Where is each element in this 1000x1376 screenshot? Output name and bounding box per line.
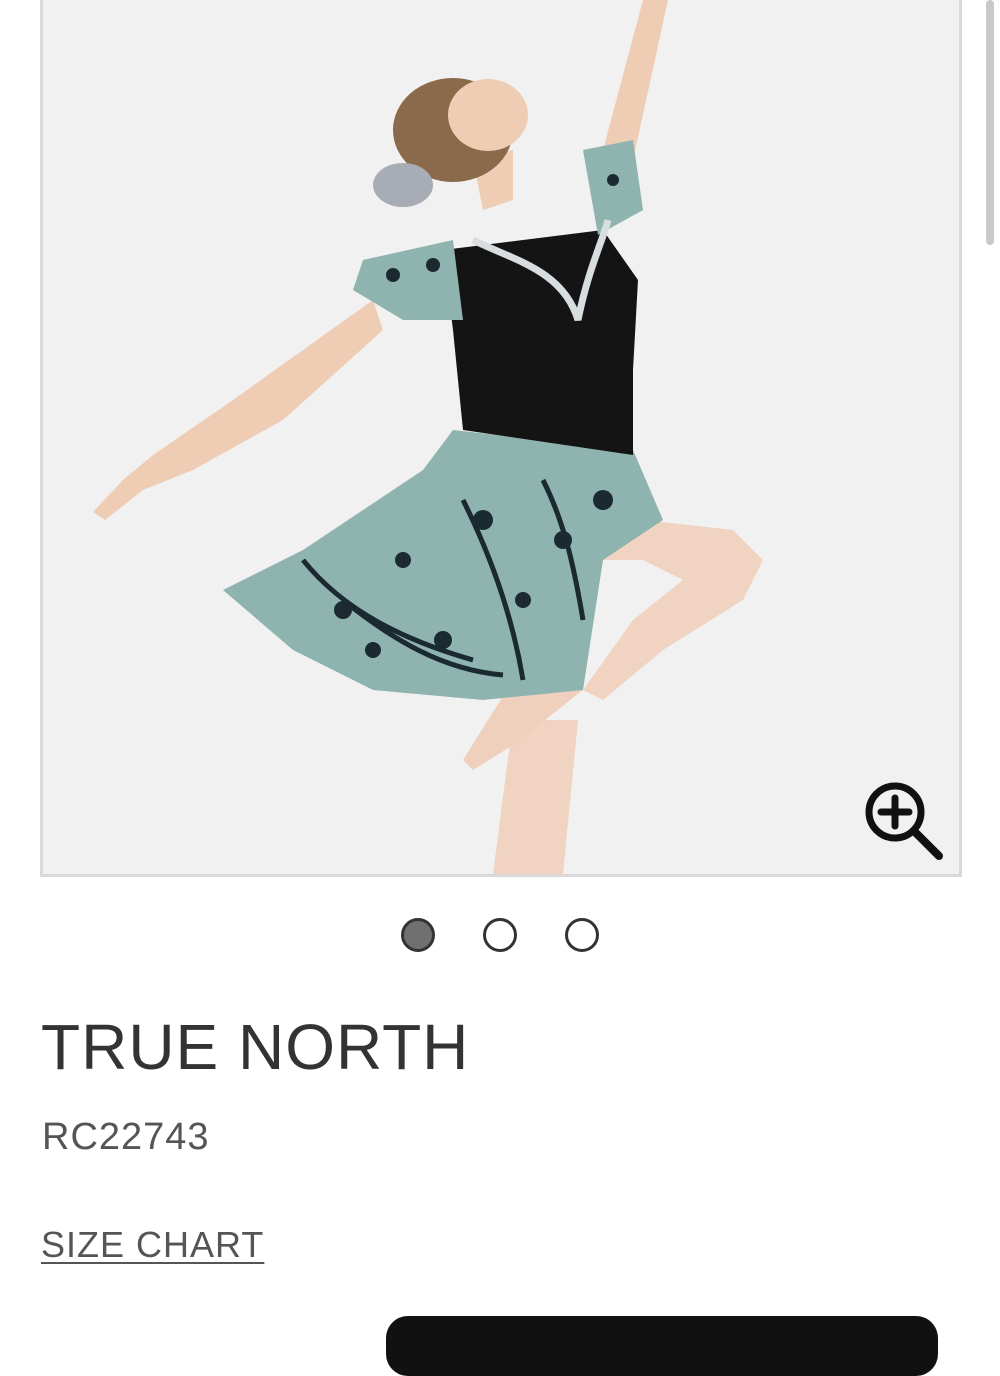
add-to-cart-button[interactable] <box>386 1316 938 1376</box>
page-scrollbar[interactable] <box>986 0 994 245</box>
zoom-in-icon[interactable] <box>861 778 945 862</box>
gallery-dot-3[interactable] <box>565 918 599 952</box>
product-sku: RC22743 <box>42 1116 210 1158</box>
product-title: TRUE NORTH <box>41 1011 470 1083</box>
dancer-illustration <box>43 0 959 874</box>
gallery-dot-1[interactable] <box>401 918 435 952</box>
gallery-dot-2[interactable] <box>483 918 517 952</box>
product-image[interactable] <box>40 0 962 877</box>
size-chart-link[interactable]: SIZE CHART <box>41 1224 264 1266</box>
gallery-pagination <box>0 918 1000 958</box>
